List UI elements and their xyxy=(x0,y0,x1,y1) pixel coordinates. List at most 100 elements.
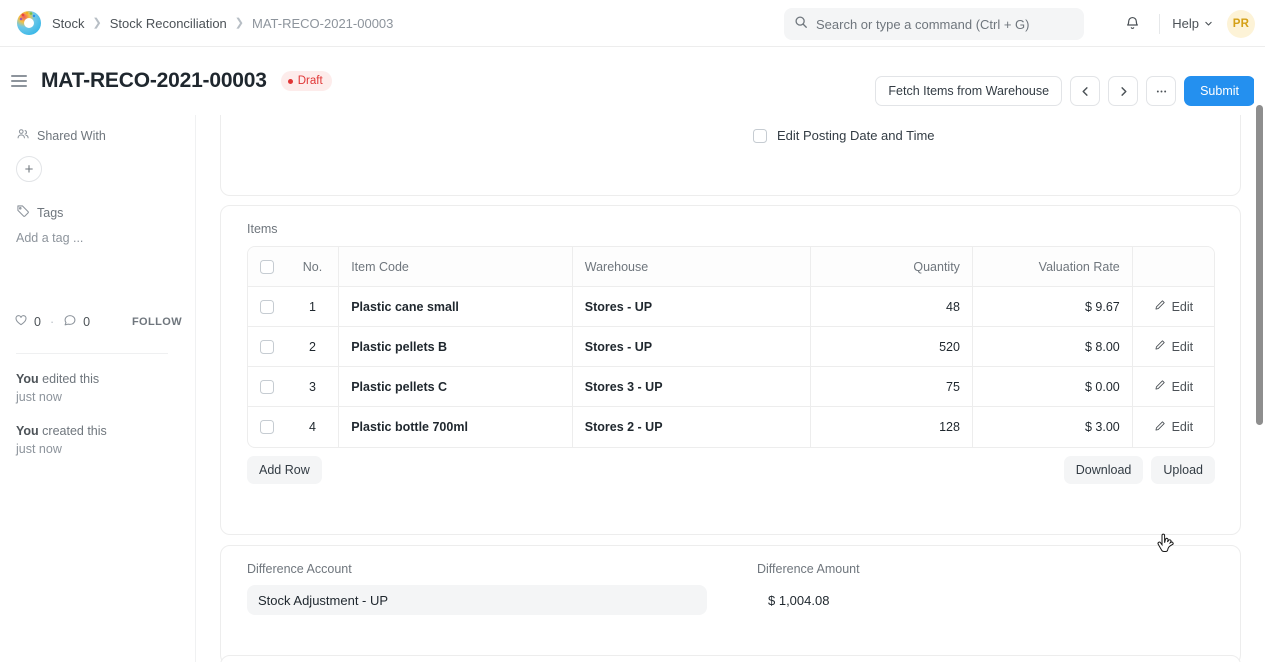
table-row[interactable]: 3 Plastic pellets C Stores 3 - UP 75 $ 0… xyxy=(248,367,1214,407)
items-card: Items No. Item Code Warehouse Quantity V… xyxy=(220,205,1241,535)
breadcrumb-item-stock[interactable]: Stock xyxy=(52,16,85,31)
difference-account-input[interactable]: Stock Adjustment - UP xyxy=(247,585,707,615)
row-select-cell[interactable] xyxy=(248,407,287,447)
add-row-button[interactable]: Add Row xyxy=(247,456,322,484)
comment-icon[interactable] xyxy=(63,313,77,330)
cell-quantity[interactable]: 520 xyxy=(811,327,973,366)
row-checkbox[interactable] xyxy=(260,299,275,314)
tags-header: Tags xyxy=(16,204,179,221)
page-scrollbar-track[interactable] xyxy=(1254,47,1265,662)
difference-card: Difference Account Stock Adjustment - UP… xyxy=(220,545,1241,662)
column-header-quantity: Quantity xyxy=(811,247,973,286)
cell-quantity[interactable]: 48 xyxy=(811,287,973,326)
edit-posting-date-row[interactable]: Edit Posting Date and Time xyxy=(753,128,935,143)
row-select-cell[interactable] xyxy=(248,287,287,326)
hamburger-icon[interactable] xyxy=(11,75,27,87)
column-header-label: Warehouse xyxy=(584,259,649,274)
activity-item: You edited this just now xyxy=(16,370,181,406)
table-row[interactable]: 4 Plastic bottle 700ml Stores 2 - UP 128… xyxy=(248,407,1214,447)
search-icon xyxy=(794,15,808,34)
row-edit-button[interactable]: Edit xyxy=(1133,287,1214,326)
previous-document-button[interactable] xyxy=(1070,76,1101,106)
cell-no: 2 xyxy=(287,327,340,366)
activity-list: You edited this just now You created thi… xyxy=(16,370,181,474)
select-all-cell[interactable] xyxy=(248,247,287,286)
cell-item-code[interactable]: Plastic pellets B xyxy=(339,327,573,366)
search-input[interactable] xyxy=(816,16,1074,32)
column-header-label: Valuation Rate xyxy=(1038,259,1120,274)
global-search[interactable] xyxy=(784,8,1084,40)
table-row[interactable]: 2 Plastic pellets B Stores - UP 520 $ 8.… xyxy=(248,327,1214,367)
row-edit-button[interactable]: Edit xyxy=(1133,407,1214,447)
table-row[interactable]: 1 Plastic cane small Stores - UP 48 $ 9.… xyxy=(248,287,1214,327)
cell-warehouse[interactable]: Stores - UP xyxy=(573,327,812,366)
activity-actor: You xyxy=(16,372,39,386)
difference-account-field: Difference Account Stock Adjustment - UP xyxy=(247,562,707,615)
add-share-button[interactable]: + xyxy=(16,156,42,182)
follow-button[interactable]: FOLLOW xyxy=(132,316,182,328)
shared-with-label: Shared With xyxy=(37,128,106,143)
column-header-label: Item Code xyxy=(351,259,409,274)
add-tag-input[interactable]: Add a tag ... xyxy=(16,231,179,245)
items-grid-footer: Add Row Download Upload xyxy=(247,456,1215,484)
column-header-actions xyxy=(1133,247,1214,286)
row-edit-button[interactable]: Edit xyxy=(1133,367,1214,406)
navbar-divider xyxy=(1159,13,1161,34)
next-document-button[interactable] xyxy=(1108,76,1139,106)
navbar-right-actions: Help PR xyxy=(1117,0,1255,47)
cell-item-code[interactable]: Plastic bottle 700ml xyxy=(339,407,573,447)
breadcrumb-item-stock-reconciliation[interactable]: Stock Reconciliation xyxy=(110,16,227,31)
edit-posting-date-checkbox[interactable] xyxy=(753,128,767,143)
row-edit-button[interactable]: Edit xyxy=(1133,327,1214,366)
help-menu[interactable]: Help xyxy=(1172,16,1213,31)
cell-no: 4 xyxy=(287,407,340,447)
cell-quantity[interactable]: 128 xyxy=(811,407,973,447)
row-checkbox[interactable] xyxy=(260,420,275,434)
cell-quantity[interactable]: 75 xyxy=(811,367,973,406)
row-select-cell[interactable] xyxy=(248,367,287,406)
cell-item-code[interactable]: Plastic pellets C xyxy=(339,367,573,406)
submit-button[interactable]: Submit xyxy=(1184,76,1255,106)
pencil-icon xyxy=(1154,299,1166,314)
activity-item: You created this just now xyxy=(16,422,181,458)
document-form-area: America/Los_Angeles Edit Posting Date an… xyxy=(196,115,1265,662)
cell-no: 1 xyxy=(287,287,340,326)
select-all-checkbox[interactable] xyxy=(260,259,275,274)
cell-valuation-rate[interactable]: $ 3.00 xyxy=(973,407,1133,447)
column-header-warehouse: Warehouse xyxy=(573,247,812,286)
tags-label: Tags xyxy=(37,205,64,220)
row-checkbox[interactable] xyxy=(260,379,275,394)
column-header-no: No. xyxy=(287,247,340,286)
upload-button[interactable]: Upload xyxy=(1151,456,1215,484)
column-header-item-code: Item Code xyxy=(339,247,573,286)
page-scrollbar-thumb[interactable] xyxy=(1256,105,1263,425)
download-button[interactable]: Download xyxy=(1063,456,1144,484)
status-label: Draft xyxy=(297,75,323,87)
heart-icon[interactable] xyxy=(14,313,28,330)
bell-icon[interactable] xyxy=(1117,9,1147,39)
users-icon xyxy=(16,127,30,144)
cell-warehouse[interactable]: Stores 2 - UP xyxy=(573,407,812,447)
cell-warehouse[interactable]: Stores 3 - UP xyxy=(573,367,812,406)
pencil-icon xyxy=(1154,339,1166,354)
column-header-valuation-rate: Valuation Rate xyxy=(973,247,1133,286)
fetch-items-from-warehouse-button[interactable]: Fetch Items from Warehouse xyxy=(875,76,1063,106)
cell-warehouse[interactable]: Stores - UP xyxy=(573,287,812,326)
activity-time: just now xyxy=(16,390,62,404)
cell-valuation-rate[interactable]: $ 0.00 xyxy=(973,367,1133,406)
separator: · xyxy=(49,314,55,329)
more-options-button[interactable] xyxy=(1146,76,1177,106)
cell-valuation-rate[interactable]: $ 8.00 xyxy=(973,327,1133,366)
edit-posting-date-label[interactable]: Edit Posting Date and Time xyxy=(777,128,935,143)
comment-count: 0 xyxy=(83,314,91,329)
edit-label: Edit xyxy=(1171,420,1194,434)
avatar[interactable]: PR xyxy=(1227,9,1255,38)
difference-amount-value: $ 1,004.08 xyxy=(768,592,830,608)
cell-valuation-rate[interactable]: $ 9.67 xyxy=(973,287,1133,326)
cell-item-code[interactable]: Plastic cane small xyxy=(339,287,573,326)
row-select-cell[interactable] xyxy=(248,327,287,366)
activity-time: just now xyxy=(16,442,62,456)
sidebar-divider xyxy=(16,353,168,354)
frappe-logo-icon[interactable] xyxy=(12,6,46,40)
row-checkbox[interactable] xyxy=(260,339,275,354)
